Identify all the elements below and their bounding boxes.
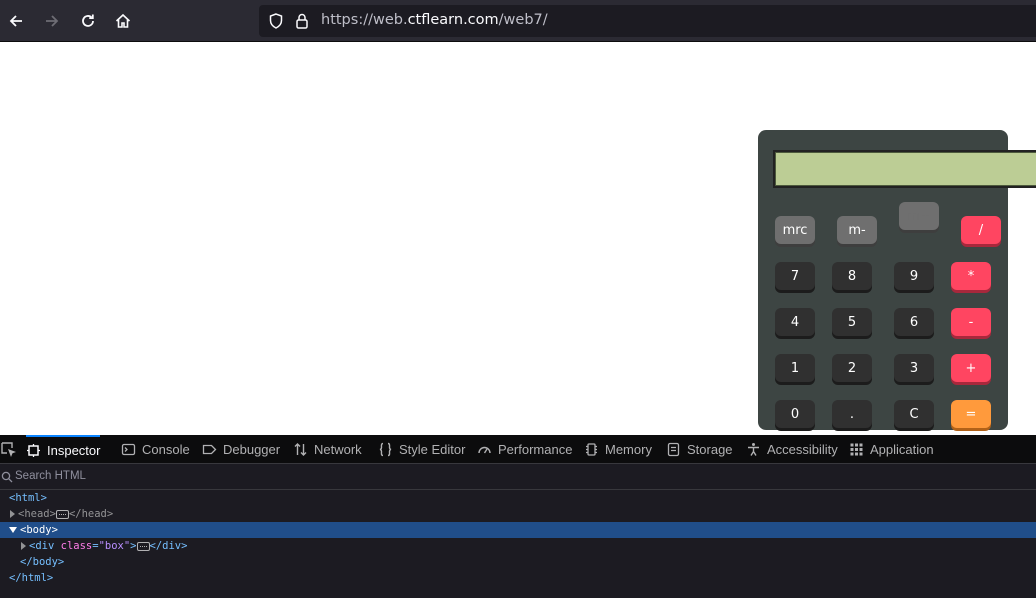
search-html-placeholder: Search HTML bbox=[15, 470, 86, 482]
head-close-tag: </head> bbox=[68, 508, 114, 520]
lock-icon[interactable] bbox=[293, 12, 311, 30]
calc-key[interactable]: 7 bbox=[775, 262, 815, 290]
devtools-tab-inspector[interactable]: Inspector bbox=[26, 435, 101, 464]
forward-button[interactable] bbox=[39, 8, 65, 34]
devtools-tab-memory[interactable]: Memory bbox=[584, 435, 652, 464]
devtools-tab-debugger[interactable]: Debugger bbox=[202, 435, 280, 464]
calc-key[interactable]: mrc bbox=[775, 216, 815, 244]
devtools-tab-label: Debugger bbox=[223, 442, 281, 457]
calc-key[interactable]: - bbox=[951, 308, 991, 336]
memory-icon bbox=[586, 443, 597, 456]
calc-key[interactable]: 8 bbox=[832, 262, 872, 290]
network-icon bbox=[294, 443, 307, 456]
devtools-tab-bar: Inspector Console Debugger Network Style Edi… bbox=[0, 435, 1036, 464]
calc-key[interactable]: C bbox=[894, 400, 934, 428]
performance-icon bbox=[478, 446, 491, 454]
home-button[interactable] bbox=[110, 8, 136, 34]
div-open-tag: <div bbox=[29, 540, 55, 552]
element-picker-icon[interactable] bbox=[0, 441, 18, 459]
expand-head-icon[interactable] bbox=[10, 510, 15, 518]
search-icon bbox=[1, 471, 13, 483]
calc-key[interactable]: 2 bbox=[832, 354, 872, 382]
debugger-icon bbox=[202, 444, 217, 455]
div-attr-value: "box" bbox=[98, 540, 131, 552]
calc-key[interactable]: m- bbox=[837, 216, 877, 244]
reload-icon bbox=[82, 14, 94, 27]
calc-key[interactable]: 4 bbox=[775, 308, 815, 336]
head-open-tag: <head> bbox=[18, 508, 56, 520]
devtools-tab-application[interactable]: Application bbox=[849, 435, 934, 464]
url-path: /web7/ bbox=[498, 12, 548, 28]
calc-key[interactable]: 0 bbox=[775, 400, 815, 428]
arrow-left-icon bbox=[9, 15, 22, 27]
accessibility-icon bbox=[748, 443, 759, 456]
calc-key[interactable]: + bbox=[951, 354, 991, 382]
calculator: mrc m-m+ / 7 8 9 * 4 5 6- 1 2 3 +0. C = bbox=[758, 130, 1036, 430]
devtools-tab-label: Storage bbox=[687, 442, 733, 457]
shield-icon[interactable] bbox=[267, 12, 285, 30]
calc-key[interactable]: * bbox=[951, 262, 991, 290]
storage-icon bbox=[667, 442, 680, 457]
home-icon bbox=[115, 13, 131, 28]
tree-node-head[interactable]: <head> </head> bbox=[0, 506, 1036, 522]
calc-key[interactable]: = bbox=[951, 400, 991, 428]
calc-key[interactable]: m+ bbox=[899, 202, 939, 230]
back-button[interactable] bbox=[3, 8, 29, 34]
calc-key[interactable]: 9 bbox=[894, 262, 934, 290]
collapse-body-icon[interactable] bbox=[9, 527, 17, 533]
reload-button[interactable] bbox=[75, 8, 101, 34]
div-close-tag: </div> bbox=[149, 540, 188, 552]
html-open-tag: <html> bbox=[9, 492, 47, 504]
devtools-tab-storage[interactable]: Storage bbox=[666, 435, 733, 464]
expand-div-icon[interactable] bbox=[21, 542, 26, 550]
devtools-tab-label: Application bbox=[870, 442, 934, 457]
browser-toolbar: https://web.ctflearn.com/web7/ bbox=[0, 0, 1036, 42]
calc-key[interactable]: 1 bbox=[775, 354, 815, 382]
calc-key[interactable]: / bbox=[961, 216, 1001, 244]
devtools-panel: Inspector Console Debugger Network Style Edi… bbox=[0, 435, 1036, 598]
devtools-tab-label: Console bbox=[142, 442, 190, 457]
devtools-tab-label: Memory bbox=[605, 442, 652, 457]
calc-key[interactable]: 6 bbox=[894, 308, 934, 336]
devtools-tab-label: Inspector bbox=[47, 443, 101, 458]
devtools-tab-performance[interactable]: Performance bbox=[477, 435, 572, 464]
tree-node-html[interactable]: <html> bbox=[0, 490, 1036, 506]
calc-key[interactable]: . bbox=[832, 400, 872, 428]
arrow-right-icon bbox=[46, 15, 59, 27]
url-text[interactable]: https://web.ctflearn.com/web7/ bbox=[321, 12, 548, 28]
tree-node-body-close[interactable]: </body> bbox=[0, 554, 1036, 570]
calc-key[interactable]: 3 bbox=[894, 354, 934, 382]
search-html-bar[interactable]: Search HTML bbox=[0, 464, 1036, 490]
calc-key[interactable]: 5 bbox=[832, 308, 872, 336]
url-bar[interactable]: https://web.ctflearn.com/web7/ bbox=[259, 5, 1036, 37]
body-open-tag: <body> bbox=[20, 524, 58, 536]
url-prefix: https://web. bbox=[321, 12, 408, 28]
tree-node-html-close[interactable]: </html> bbox=[0, 570, 1036, 586]
devtools-tab-label: Accessibility bbox=[767, 442, 838, 457]
html-close-tag: </html> bbox=[9, 572, 54, 584]
devtools-tab-network[interactable]: Network bbox=[293, 435, 362, 464]
collapsed-content-icon[interactable] bbox=[136, 541, 150, 551]
devtools-tab-accessibility[interactable]: Accessibility bbox=[746, 435, 838, 464]
console-icon bbox=[121, 443, 136, 456]
devtools-tab-style-editor[interactable]: Style Editor bbox=[378, 435, 465, 464]
url-domain: ctflearn.com bbox=[407, 12, 499, 28]
devtools-tab-label: Style Editor bbox=[399, 442, 466, 457]
body-close-tag: </body> bbox=[20, 556, 65, 568]
calculator-display[interactable] bbox=[773, 150, 1036, 188]
tree-node-div-box[interactable]: <div class="box"> </div> bbox=[0, 538, 1036, 554]
div-attr-name: class bbox=[60, 540, 93, 552]
tree-node-body[interactable]: <body> bbox=[0, 522, 1036, 538]
application-icon bbox=[850, 443, 863, 456]
devtools-tab-label: Network bbox=[314, 442, 362, 457]
devtools-tab-label: Performance bbox=[498, 442, 573, 457]
collapsed-content-icon[interactable] bbox=[55, 509, 69, 519]
div-open-tag-end: > bbox=[130, 540, 137, 552]
page-viewport: mrc m-m+ / 7 8 9 * 4 5 6- 1 2 3 +0. C = bbox=[0, 42, 1036, 435]
inspector-icon bbox=[27, 444, 40, 457]
style-editor-icon bbox=[379, 442, 392, 457]
devtools-tab-console[interactable]: Console bbox=[121, 435, 190, 464]
